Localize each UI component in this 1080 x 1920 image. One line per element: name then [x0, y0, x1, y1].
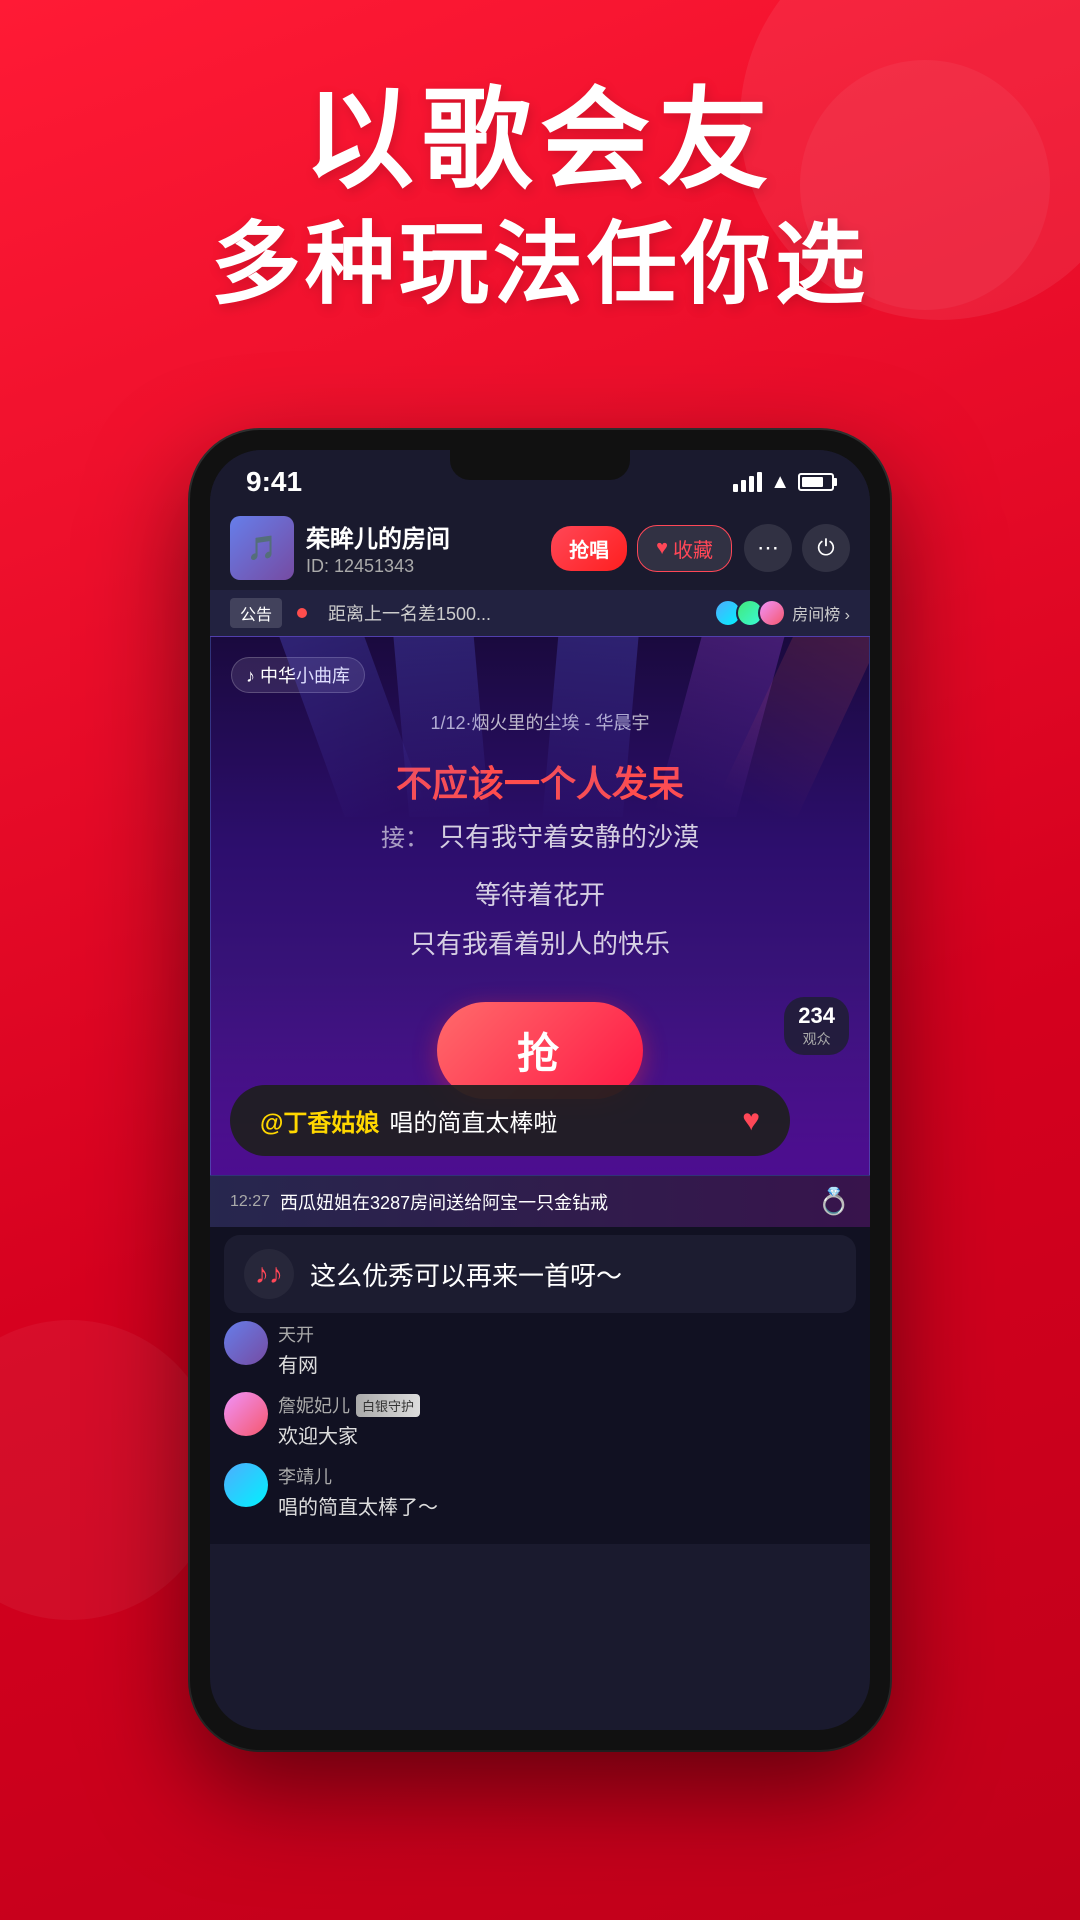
- power-button[interactable]: ⏻: [802, 524, 850, 572]
- chat-content-1: 天开 有网: [278, 1321, 318, 1378]
- battery-icon: [798, 473, 834, 491]
- music-toast: ♪♪ 这么优秀可以再来一首呀～: [224, 1235, 856, 1313]
- announce-dot: [297, 608, 307, 618]
- comment-toast: @丁香姑娘 唱的简直太棒啦 ♥: [230, 1085, 790, 1156]
- phone-frame: 9:41 ▲ 🎵: [190, 430, 890, 1750]
- music-icon-wrap: ♪♪: [244, 1249, 294, 1299]
- announce-text: 距离上一名差1500...: [328, 600, 699, 626]
- comment-at-user: @丁香姑娘: [260, 1103, 379, 1138]
- battery-fill: [802, 477, 823, 487]
- gift-time: 12:27: [230, 1193, 270, 1211]
- status-icons: ▲: [733, 471, 834, 494]
- gift-text: 西瓜妞姐在3287房间送给阿宝一只金钻戒: [280, 1189, 808, 1215]
- heart-float-icon: ♥: [742, 1104, 760, 1138]
- chat-username-2: 詹妮妃儿 白银守护: [278, 1392, 420, 1418]
- chat-row: 天开 有网: [224, 1321, 856, 1378]
- chat-content-2: 詹妮妃儿 白银守护 欢迎大家: [278, 1392, 420, 1449]
- rank-avatars: [714, 599, 786, 627]
- library-tag: ♪ 中华小曲库: [231, 657, 365, 693]
- chat-username-1: 天开: [278, 1321, 318, 1347]
- signal-bars-icon: [733, 472, 762, 492]
- signal-bar-2: [741, 480, 746, 492]
- phone-screen: 9:41 ▲ 🎵: [210, 450, 870, 1730]
- music-toast-text: 这么优秀可以再来一首呀～: [310, 1256, 836, 1293]
- chat-area: 12:27 西瓜妞姐在3287房间送给阿宝一只金钻戒 💍 ♪♪ 这么优秀可以再来…: [210, 1176, 870, 1544]
- lyrics-next-1: 只有我守着安静的沙漠: [439, 817, 699, 859]
- hero-line1: 以歌会友: [0, 80, 1080, 201]
- rank-label: 房间榜 ›: [792, 601, 850, 625]
- room-name: 茱眸儿的房间: [306, 519, 539, 554]
- lyrics-next-2: 等待着花开: [231, 875, 849, 917]
- room-rank[interactable]: 房间榜 ›: [714, 599, 850, 627]
- chat-avatar-3: [224, 1463, 268, 1507]
- lyrics-next-3: 只有我看着别人的快乐: [231, 924, 849, 966]
- phone-wrapper: 9:41 ▲ 🎵: [190, 430, 890, 1750]
- chat-msg-1: 有网: [278, 1349, 318, 1378]
- wifi-icon: ▲: [770, 471, 790, 494]
- phone-notch: [450, 450, 630, 480]
- room-buttons: 抢唱 ♥ 收藏: [551, 525, 732, 572]
- song-info: 1/12·烟火里的尘埃 - 华晨宇: [231, 709, 849, 735]
- heart-icon: ♥: [656, 537, 668, 560]
- comment-text: 唱的简直太棒啦: [389, 1103, 557, 1138]
- chat-avatar-1: [224, 1321, 268, 1365]
- chat-username-3: 李靖儿: [278, 1463, 438, 1489]
- announce-bar: 公告 距离上一名差1500... 房间榜 ›: [210, 590, 870, 636]
- chat-avatar-2: [224, 1392, 268, 1436]
- lyrics-current: 不应该一个人发呆: [231, 755, 849, 807]
- announce-icon: 公告: [230, 598, 282, 628]
- audience-label: 观众: [803, 1031, 831, 1047]
- room-id: ID: 12451343: [306, 556, 539, 577]
- collect-label: 收藏: [673, 534, 713, 563]
- karaoke-container: ♪ 中华小曲库 1/12·烟火里的尘埃 - 华晨宇 不应该一个人发呆 接： 只有…: [210, 636, 870, 1176]
- status-time: 9:41: [246, 466, 302, 498]
- chat-row-3: 李靖儿 唱的简直太棒了～: [224, 1463, 856, 1520]
- signal-bar-1: [733, 484, 738, 492]
- more-button[interactable]: ⋯: [744, 524, 792, 572]
- gift-notify: 12:27 西瓜妞姐在3287房间送给阿宝一只金钻戒 💍: [210, 1176, 870, 1227]
- lyrics-next-label: 接：: [381, 818, 429, 853]
- battery-tip: [834, 478, 837, 486]
- collect-button[interactable]: ♥ 收藏: [637, 525, 732, 572]
- gift-icon: 💍: [818, 1186, 850, 1217]
- signal-bar-4: [757, 472, 762, 492]
- chat-row-2: 詹妮妃儿 白银守护 欢迎大家: [224, 1392, 856, 1449]
- rank-avatar-3: [758, 599, 786, 627]
- signal-bar-3: [749, 476, 754, 492]
- room-info: 茱眸儿的房间 ID: 12451343: [306, 519, 539, 577]
- room-actions: ⋯ ⏻: [744, 524, 850, 572]
- music-note-icon: ♪♪: [255, 1258, 283, 1290]
- audience-badge: 234 观众: [784, 997, 849, 1055]
- hero-section: 以歌会友 多种玩法任你选: [0, 80, 1080, 319]
- chat-content-3: 李靖儿 唱的简直太棒了～: [278, 1463, 438, 1520]
- hero-line2: 多种玩法任你选: [0, 211, 1080, 319]
- qiang-button[interactable]: 抢唱: [551, 526, 627, 571]
- chat-messages: 天开 有网 詹妮妃儿 白银守护 欢迎大家: [210, 1321, 870, 1520]
- chat-msg-2: 欢迎大家: [278, 1420, 420, 1449]
- guard-badge: 白银守护: [356, 1394, 420, 1417]
- audience-count: 234: [798, 1003, 835, 1029]
- chat-msg-3: 唱的简直太棒了～: [278, 1491, 438, 1520]
- room-avatar: 🎵: [230, 516, 294, 580]
- room-header: 🎵 茱眸儿的房间 ID: 12451343 抢唱 ♥ 收藏 ⋯ ⏻: [210, 506, 870, 590]
